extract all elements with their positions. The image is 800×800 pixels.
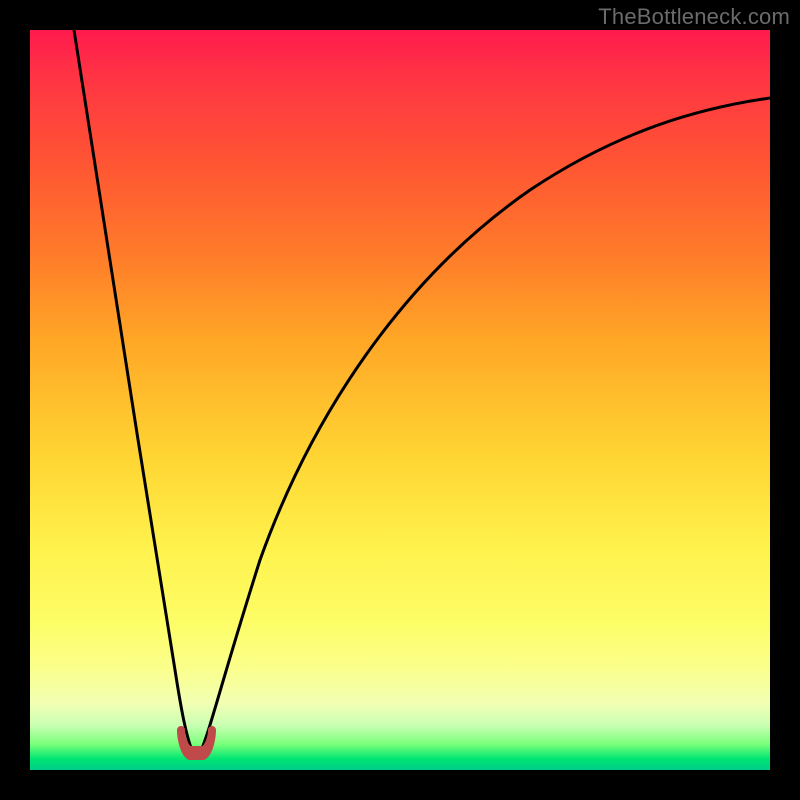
bottleneck-curve <box>30 30 770 770</box>
watermark-text: TheBottleneck.com <box>598 4 790 30</box>
curve-left-branch <box>74 30 191 748</box>
plot-area <box>30 30 770 770</box>
chart-frame: TheBottleneck.com <box>0 0 800 800</box>
curve-right-branch <box>202 98 770 748</box>
